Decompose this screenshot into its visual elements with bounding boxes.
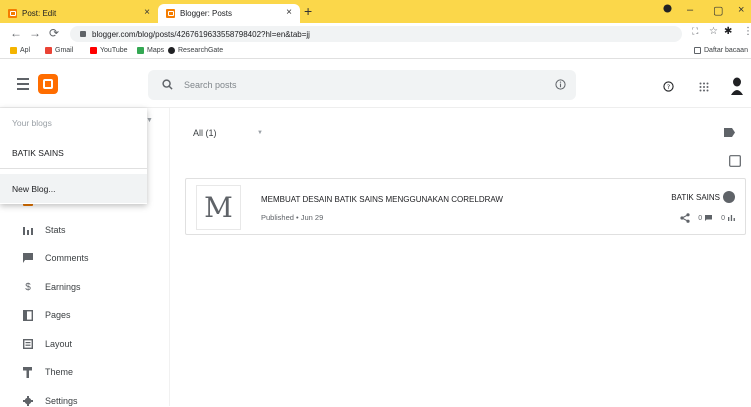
sidebar-item-settings[interactable]: Settings [22,395,78,407]
post-title[interactable]: MEMBUAT DESAIN BATIK SAINS MENGGUNAKAN C… [261,195,503,204]
reading-list[interactable]: Daftar bacaan [694,47,748,54]
lock-icon [80,31,86,37]
label-icon[interactable] [724,128,735,137]
svg-text:?: ? [667,83,670,91]
browser-toolbar: ← → ⟳ blogger.com/blog/posts/42676196335… [0,23,751,45]
main-menu-icon[interactable] [17,78,29,93]
close-tab-icon[interactable]: × [286,7,292,18]
blog-avatar-icon [723,191,735,203]
back-icon[interactable]: ← [10,26,22,40]
comment-count-icon [705,215,713,221]
bookmark-youtube[interactable]: YouTube [90,47,128,54]
blog-option-batik-sains[interactable]: BATIK SAINS [0,138,147,166]
pages-icon [22,309,34,321]
layout-icon [22,338,34,350]
translate-icon[interactable]: ⛶ [692,26,698,37]
browser-tab-strip: Post: Edit × Blogger: Posts × + – ▢ × [0,0,751,23]
apps-grid-icon [10,47,17,54]
search-placeholder: Search posts [184,80,237,90]
bookmarks-bar: Apl Gmail YouTube Maps ResearchGate Daft… [0,45,751,59]
reading-list-icon [694,47,701,54]
sidebar-item-theme[interactable]: Theme [22,366,73,378]
researchgate-icon [168,47,175,54]
bookmark-apps[interactable]: Apl [10,47,30,54]
minimize-icon[interactable]: – [687,4,693,16]
theme-icon [22,366,34,378]
forward-icon[interactable]: → [29,26,41,40]
info-icon[interactable] [555,79,566,90]
sidebar-item-comments[interactable]: Comments [22,252,89,264]
gmail-icon [45,47,52,54]
blogger-favicon-icon [166,9,175,18]
account-avatar[interactable] [730,77,744,95]
blog-switcher-dropdown: Your blogs BATIK SAINS New Blog... [0,108,147,204]
search-icon [162,79,173,90]
dropdown-divider [0,168,147,169]
tab-blogger-posts[interactable]: Blogger: Posts × [158,4,300,23]
blogger-favicon-icon [8,9,17,18]
close-tab-icon[interactable]: × [144,7,150,18]
dropdown-heading: Your blogs [12,118,52,128]
share-icon[interactable] [680,213,690,223]
comment-count: 0 [698,214,703,222]
blogger-logo-icon[interactable] [38,74,58,94]
post-filter-label[interactable]: All (1) [193,128,217,138]
reload-icon[interactable]: ⟳ [49,26,59,40]
select-all-checkbox[interactable] [729,155,741,167]
sidebar-item-earnings[interactable]: $ Earnings [22,281,80,293]
maximize-icon[interactable]: ▢ [713,4,723,17]
stats-icon [22,224,34,236]
post-stats: 0 0 [680,213,735,223]
new-blog-button[interactable]: New Blog... [0,174,147,203]
bookmark-gmail[interactable]: Gmail [45,47,73,54]
post-thumbnail: M [196,185,241,230]
sidebar-item-stats[interactable]: Stats [22,224,66,236]
tab-post-edit[interactable]: Post: Edit × [0,4,158,23]
bookmark-star-icon[interactable]: ☆ [709,26,718,37]
blogger-header: Search posts ? [0,60,751,108]
tab-label: Blogger: Posts [180,9,233,18]
menu-dots-icon[interactable]: ⋮ [743,26,751,37]
sidebar-item-layout[interactable]: Layout [22,338,72,350]
view-count: 0 [721,214,725,222]
new-tab-button[interactable]: + [304,3,312,19]
post-list-item[interactable]: M MEMBUAT DESAIN BATIK SAINS MENGGUNAKAN… [185,178,746,235]
maps-icon [137,47,144,54]
comments-icon [22,252,34,264]
youtube-icon [90,47,97,54]
post-blog-name: BATIK SAINS [671,191,735,203]
close-window-icon[interactable]: × [738,4,744,16]
extensions-icon[interactable]: ✱ [724,26,732,37]
earnings-icon: $ [25,281,31,293]
search-input[interactable]: Search posts [148,70,576,100]
settings-icon [22,395,34,407]
bookmark-maps[interactable]: Maps [137,47,164,54]
sidebar-item-pages[interactable]: Pages [22,309,71,321]
post-status: Published • Jun 29 [261,213,324,222]
filter-dropdown-icon[interactable]: ▼ [257,130,263,136]
blog-selector-caret-icon[interactable]: ▼ [146,117,153,124]
view-count-icon [728,215,735,221]
google-apps-icon[interactable] [699,82,709,92]
address-bar[interactable]: blogger.com/blog/posts/42676196335587984… [70,26,682,42]
help-icon[interactable]: ? [663,81,674,92]
bookmark-researchgate[interactable]: ResearchGate [168,47,223,54]
tab-label: Post: Edit [22,9,57,18]
profile-dot-icon[interactable] [663,4,672,13]
url-text: blogger.com/blog/posts/42676196335587984… [92,29,310,39]
